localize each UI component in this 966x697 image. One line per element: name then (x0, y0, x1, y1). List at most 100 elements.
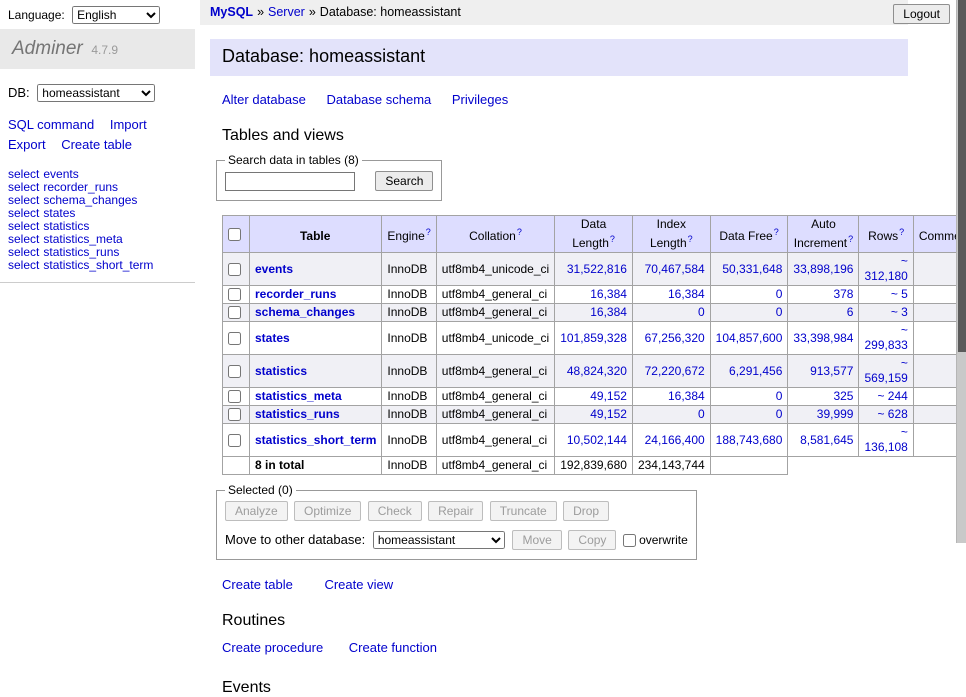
select-table-link[interactable]: select (8, 232, 39, 246)
select-table-link[interactable]: select (8, 245, 39, 259)
row-checkbox[interactable] (228, 408, 241, 421)
sql-command-link[interactable]: SQL command (8, 117, 94, 132)
data-length-link[interactable]: 10,502,144 (567, 433, 627, 447)
row-checkbox[interactable] (228, 263, 241, 276)
table-name-link[interactable]: statistics_runs (43, 245, 119, 259)
create-function-link[interactable]: Create function (349, 640, 437, 655)
analyze-button[interactable]: Analyze (225, 501, 288, 521)
select-table-link[interactable]: select (8, 258, 39, 272)
data-length-link[interactable]: 49,152 (590, 407, 627, 421)
select-table-link[interactable]: select (8, 219, 39, 233)
privileges-link[interactable]: Privileges (452, 92, 508, 107)
repair-button[interactable]: Repair (428, 501, 483, 521)
data-free-link[interactable]: 0 (776, 305, 783, 319)
rows-count-link[interactable]: ~ 244 (877, 389, 907, 403)
index-length-link[interactable]: 16,384 (668, 287, 705, 301)
index-length-link[interactable]: 0 (698, 407, 705, 421)
table-name-link[interactable]: events (255, 262, 293, 276)
data-free-link[interactable]: 0 (776, 287, 783, 301)
create-procedure-link[interactable]: Create procedure (222, 640, 323, 655)
auto-increment-link[interactable]: 6 (847, 305, 854, 319)
table-name-link[interactable]: states (255, 331, 290, 345)
table-name-link[interactable]: statistics_short_term (255, 433, 376, 447)
table-name-link[interactable]: statistics_short_term (43, 258, 153, 272)
index-length-link[interactable]: 67,256,320 (645, 331, 705, 345)
rows-count-link[interactable]: ~ 312,180 (864, 254, 907, 283)
rows-count-link[interactable]: ~ 628 (877, 407, 907, 421)
data-free-link[interactable]: 188,743,680 (716, 433, 783, 447)
auto-increment-link[interactable]: 33,898,196 (793, 262, 853, 276)
select-all-checkbox[interactable] (228, 228, 241, 241)
rows-count-link[interactable]: ~ 136,108 (864, 425, 907, 454)
table-name-link[interactable]: schema_changes (255, 305, 355, 319)
select-table-link[interactable]: select (8, 206, 39, 220)
index-length-link[interactable]: 70,467,584 (645, 262, 705, 276)
table-name-link[interactable]: recorder_runs (43, 180, 118, 194)
row-checkbox[interactable] (228, 332, 241, 345)
database-schema-link[interactable]: Database schema (326, 92, 431, 107)
truncate-button[interactable]: Truncate (490, 501, 557, 521)
scrollbar-thumb[interactable] (958, 0, 966, 352)
vertical-scrollbar[interactable] (956, 0, 966, 543)
optimize-button[interactable]: Optimize (294, 501, 361, 521)
overwrite-checkbox[interactable] (623, 534, 636, 547)
column-help-link[interactable]: ? (899, 227, 904, 237)
index-length-link[interactable]: 24,166,400 (645, 433, 705, 447)
table-name-link[interactable]: schema_changes (43, 193, 137, 207)
data-length-link[interactable]: 16,384 (590, 305, 627, 319)
language-select[interactable]: English (72, 6, 160, 24)
table-name-link[interactable]: statistics_runs (255, 407, 340, 421)
row-checkbox[interactable] (228, 390, 241, 403)
search-button[interactable]: Search (375, 171, 433, 191)
move-button[interactable]: Move (512, 530, 561, 550)
row-checkbox[interactable] (228, 434, 241, 447)
row-checkbox[interactable] (228, 288, 241, 301)
table-name-link[interactable]: statistics_meta (255, 389, 342, 403)
data-length-link[interactable]: 48,824,320 (567, 364, 627, 378)
auto-increment-link[interactable]: 33,398,984 (793, 331, 853, 345)
table-name-link[interactable]: statistics (255, 364, 307, 378)
copy-button[interactable]: Copy (568, 530, 616, 550)
data-length-link[interactable]: 16,384 (590, 287, 627, 301)
export-link[interactable]: Export (8, 137, 46, 152)
table-name-link[interactable]: recorder_runs (255, 287, 336, 301)
index-length-link[interactable]: 72,220,672 (645, 364, 705, 378)
auto-increment-link[interactable]: 378 (833, 287, 853, 301)
table-name-link[interactable]: states (43, 206, 75, 220)
auto-increment-link[interactable]: 39,999 (817, 407, 854, 421)
logout-button[interactable]: Logout (893, 4, 950, 24)
column-help-link[interactable]: ? (774, 227, 779, 237)
column-help-link[interactable]: ? (848, 234, 853, 244)
select-table-link[interactable]: select (8, 167, 39, 181)
create-table-link-main[interactable]: Create table (222, 577, 293, 592)
rows-count-link[interactable]: ~ 569,159 (864, 356, 907, 385)
column-help-link[interactable]: ? (688, 234, 693, 244)
data-length-link[interactable]: 31,522,816 (567, 262, 627, 276)
rows-count-link[interactable]: ~ 299,833 (864, 323, 907, 352)
index-length-link[interactable]: 16,384 (668, 389, 705, 403)
table-name-link[interactable]: statistics_meta (43, 232, 122, 246)
data-free-link[interactable]: 50,331,648 (722, 262, 782, 276)
column-help-link[interactable]: ? (610, 234, 615, 244)
create-table-link[interactable]: Create table (61, 137, 132, 152)
breadcrumb-mysql-link[interactable]: MySQL (210, 5, 253, 19)
move-database-select[interactable]: homeassistant (373, 531, 505, 549)
auto-increment-link[interactable]: 325 (833, 389, 853, 403)
rows-count-link[interactable]: ~ 3 (891, 305, 908, 319)
data-free-link[interactable]: 104,857,600 (716, 331, 783, 345)
rows-count-link[interactable]: ~ 5 (891, 287, 908, 301)
check-button[interactable]: Check (368, 501, 422, 521)
data-free-link[interactable]: 6,291,456 (729, 364, 782, 378)
drop-button[interactable]: Drop (563, 501, 609, 521)
alter-database-link[interactable]: Alter database (222, 92, 306, 107)
auto-increment-link[interactable]: 8,581,645 (800, 433, 853, 447)
select-table-link[interactable]: select (8, 193, 39, 207)
column-help-link[interactable]: ? (426, 227, 431, 237)
data-free-link[interactable]: 0 (776, 407, 783, 421)
table-name-link[interactable]: events (43, 167, 78, 181)
index-length-link[interactable]: 0 (698, 305, 705, 319)
create-view-link[interactable]: Create view (324, 577, 393, 592)
auto-increment-link[interactable]: 913,577 (810, 364, 853, 378)
import-link[interactable]: Import (110, 117, 147, 132)
table-name-link[interactable]: statistics (43, 219, 89, 233)
